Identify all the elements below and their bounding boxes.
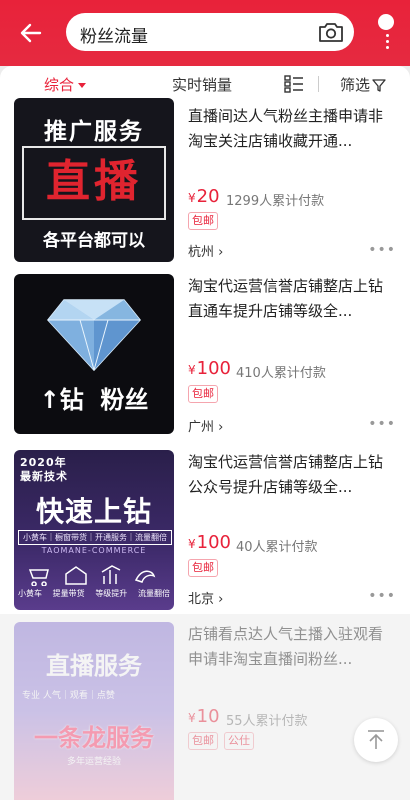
product-price: ¥100 [188,532,231,553]
back-to-top-button[interactable] [354,718,398,762]
product-title[interactable]: 淘宝代运营信誉店铺整店上钻公众号提升店铺等级全... [188,450,388,500]
divider [318,76,319,92]
product-card[interactable]: 2020年 最新技术 快速上钻 小黄车｜橱窗带货｜开通服务｜流量翻倍 TAOMA… [0,442,410,614]
thumb-text: TAOMANE-COMMERCE [41,546,147,555]
thumb-text: 各平台都可以 [43,231,145,251]
product-price: ¥10 [188,706,220,727]
product-title[interactable]: 淘宝代运营信誉店铺整店上钻直通车提升店铺等级全... [188,274,388,324]
feature-label: 等级提升 [95,589,128,598]
thumb-text: 多年运营经验 [66,757,121,767]
free-shipping-tag: 包邮 [188,732,218,750]
arrow-up-icon [368,730,384,749]
product-card[interactable]: 推广服务 直播 各平台都可以 直播间达人气粉丝主播申请非淘宝关注店铺收藏开通..… [0,98,410,270]
thumb-text: ↑钻 粉丝 [39,386,149,414]
product-price: ¥100 [188,358,231,379]
tab-comprehensive[interactable]: 综合 [44,74,87,95]
search-query[interactable]: 粉丝流量 [80,22,148,47]
feature-labels: 小黄车 提量带货 等级提升 流量翻倍 [18,588,170,599]
shop-location[interactable]: 广州 › [188,416,223,435]
product-thumbnail[interactable]: 2020年 最新技术 快速上钻 小黄车｜橱窗带货｜开通服务｜流量翻倍 TAOMA… [14,450,174,610]
more-options-icon[interactable]: ••• [368,242,396,258]
filter-funnel-icon [372,79,386,92]
message-badge [378,14,394,30]
service-tag: 公仕 [224,732,254,750]
filter-bar: 综合 实时销量 筛选 [0,66,410,102]
feature-label: 流量翻倍 [137,589,170,598]
thumb-text: 直播服务 [46,652,142,680]
thumb-text: 专业 人气｜观看｜点赞 [22,691,115,701]
shop-location[interactable]: 杭州 › [188,241,223,260]
free-shipping-tag: 包邮 [188,385,218,403]
product-title[interactable]: 直播间达人气粉丝主播申请非淘宝关注店铺收藏开通... [188,104,388,154]
sales-count: 55人累计付款 [226,714,308,729]
feature-icons [24,564,164,588]
sales-count: 410人累计付款 [236,366,326,381]
more-options-icon[interactable]: ••• [368,416,396,432]
sales-count: 1299人累计付款 [226,194,325,209]
sales-count: 40人累计付款 [236,540,318,555]
list-view-icon[interactable] [284,74,304,94]
product-thumbnail[interactable]: 推广服务 直播 各平台都可以 [14,98,174,262]
feature-label: 小黄车 [18,589,42,598]
product-price: ¥20 [188,186,220,207]
product-card[interactable]: ↑钻 粉丝 淘宝代运营信誉店铺整店上钻直通车提升店铺等级全... ¥100 41… [0,270,410,442]
thumb-text: 一条龙服务 [34,724,154,752]
free-shipping-tag: 包邮 [188,212,218,230]
more-options-icon[interactable]: ••• [368,588,396,604]
product-title[interactable]: 店铺看点达人气主播入驻观看申请非淘宝直播间粉丝... [188,622,388,672]
thumb-text: 直播 [46,156,142,207]
search-box[interactable]: 粉丝流量 [66,13,354,51]
shop-location[interactable]: 北京 › [188,588,223,607]
product-thumbnail[interactable]: ↑钻 粉丝 [14,274,174,434]
camera-icon[interactable] [318,21,344,43]
thumb-text: 最新技术 [20,470,68,483]
feature-label: 提量带货 [52,589,85,598]
more-icon[interactable] [374,14,400,49]
top-bar: 粉丝流量 [0,0,410,66]
dropdown-triangle-icon [78,83,87,88]
back-arrow-icon[interactable] [18,20,44,46]
tab-realtime-sales[interactable]: 实时销量 [172,74,232,95]
product-thumbnail[interactable]: 直播服务 专业 人气｜观看｜点赞 一条龙服务 多年运营经验 [14,622,174,800]
thumb-text: 小黄车｜橱窗带货｜开通服务｜流量翻倍 [18,530,172,545]
diamond-icon [47,299,141,372]
product-card[interactable]: 直播服务 专业 人气｜观看｜点赞 一条龙服务 多年运营经验 店铺看点达人气主播入… [0,614,410,800]
tab-filter[interactable]: 筛选 [340,74,386,95]
thumb-frame: 直播 [22,146,166,220]
thumb-text: 快速上钻 [35,495,152,528]
free-shipping-tag: 包邮 [188,559,218,577]
thumb-text: 推广服务 [44,119,144,145]
